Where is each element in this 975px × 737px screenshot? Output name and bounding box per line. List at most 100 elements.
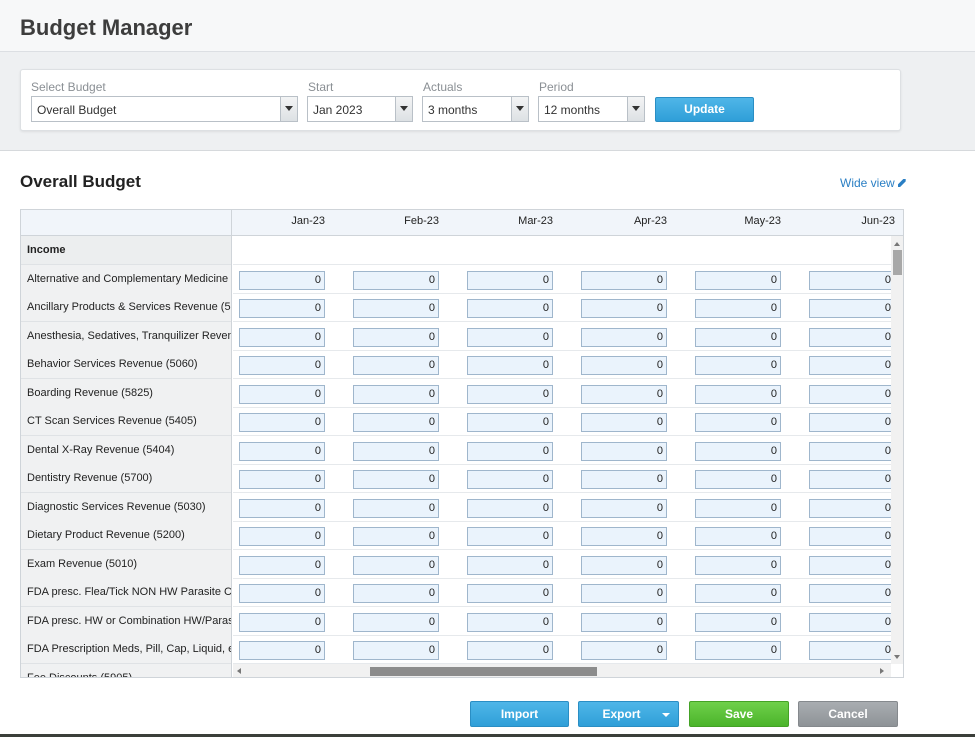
budget-value-input[interactable]: 0 <box>353 385 439 404</box>
budget-value-input[interactable]: 0 <box>467 499 553 518</box>
budget-value-input[interactable]: 0 <box>467 584 553 603</box>
budget-value-input[interactable]: 0 <box>353 442 439 461</box>
budget-value-input[interactable]: 0 <box>467 356 553 375</box>
export-button[interactable]: Export <box>578 701 679 727</box>
budget-value-input[interactable]: 0 <box>467 442 553 461</box>
budget-value-input[interactable]: 0 <box>239 299 325 318</box>
budget-value-input[interactable]: 0 <box>467 641 553 660</box>
chevron-down-icon[interactable] <box>511 97 528 121</box>
actuals-dropdown[interactable]: 3 months <box>422 96 529 122</box>
chevron-down-icon[interactable] <box>395 97 412 121</box>
budget-value-input[interactable]: 0 <box>353 470 439 489</box>
budget-value-input[interactable]: 0 <box>809 527 891 546</box>
horizontal-scroll-thumb[interactable] <box>370 667 597 676</box>
budget-value-input[interactable]: 0 <box>353 328 439 347</box>
vertical-scroll-thumb[interactable] <box>893 250 902 275</box>
budget-value-input[interactable]: 0 <box>353 584 439 603</box>
budget-value-input[interactable]: 0 <box>467 299 553 318</box>
budget-value-input[interactable]: 0 <box>239 527 325 546</box>
budget-value-input[interactable]: 0 <box>467 413 553 432</box>
scroll-left-icon[interactable] <box>237 668 241 674</box>
budget-value-input[interactable]: 0 <box>695 641 781 660</box>
chevron-down-icon[interactable] <box>627 97 644 121</box>
budget-value-input[interactable]: 0 <box>581 584 667 603</box>
budget-value-input[interactable]: 0 <box>467 470 553 489</box>
cancel-button[interactable]: Cancel <box>798 701 898 727</box>
budget-value-input[interactable]: 0 <box>353 299 439 318</box>
budget-value-input[interactable]: 0 <box>695 527 781 546</box>
budget-value-input[interactable]: 0 <box>695 556 781 575</box>
wide-view-link[interactable]: Wide view <box>840 176 906 190</box>
budget-value-input[interactable]: 0 <box>467 527 553 546</box>
budget-value-input[interactable]: 0 <box>695 584 781 603</box>
budget-value-input[interactable]: 0 <box>581 641 667 660</box>
budget-value-input[interactable]: 0 <box>809 641 891 660</box>
budget-value-input[interactable]: 0 <box>353 499 439 518</box>
budget-value-input[interactable]: 0 <box>239 641 325 660</box>
budget-value-input[interactable]: 0 <box>809 299 891 318</box>
start-dropdown[interactable]: Jan 2023 <box>307 96 413 122</box>
budget-value-input[interactable]: 0 <box>809 328 891 347</box>
budget-value-input[interactable]: 0 <box>695 299 781 318</box>
budget-value-input[interactable]: 0 <box>239 499 325 518</box>
scroll-up-icon[interactable] <box>894 242 900 246</box>
budget-value-input[interactable]: 0 <box>353 641 439 660</box>
budget-value-input[interactable]: 0 <box>353 613 439 632</box>
budget-value-input[interactable]: 0 <box>809 556 891 575</box>
budget-value-input[interactable]: 0 <box>809 413 891 432</box>
budget-value-input[interactable]: 0 <box>581 613 667 632</box>
budget-value-input[interactable]: 0 <box>581 413 667 432</box>
scroll-right-icon[interactable] <box>880 668 884 674</box>
budget-value-input[interactable]: 0 <box>353 356 439 375</box>
budget-value-input[interactable]: 0 <box>581 470 667 489</box>
budget-value-input[interactable]: 0 <box>353 413 439 432</box>
period-dropdown[interactable]: 12 months <box>538 96 645 122</box>
budget-value-input[interactable]: 0 <box>581 385 667 404</box>
budget-value-input[interactable]: 0 <box>695 356 781 375</box>
chevron-down-icon[interactable] <box>662 713 670 717</box>
budget-value-input[interactable]: 0 <box>809 470 891 489</box>
budget-value-input[interactable]: 0 <box>467 328 553 347</box>
budget-value-input[interactable]: 0 <box>581 556 667 575</box>
budget-value-input[interactable]: 0 <box>239 385 325 404</box>
budget-value-input[interactable]: 0 <box>809 613 891 632</box>
budget-value-input[interactable]: 0 <box>581 442 667 461</box>
budget-value-input[interactable]: 0 <box>353 556 439 575</box>
budget-value-input[interactable]: 0 <box>581 499 667 518</box>
budget-value-input[interactable]: 0 <box>581 271 667 290</box>
budget-value-input[interactable]: 0 <box>695 328 781 347</box>
import-button[interactable]: Import <box>470 701 569 727</box>
budget-value-input[interactable]: 0 <box>239 470 325 489</box>
chevron-down-icon[interactable] <box>280 97 297 121</box>
budget-value-input[interactable]: 0 <box>239 356 325 375</box>
budget-value-input[interactable]: 0 <box>581 328 667 347</box>
budget-value-input[interactable]: 0 <box>809 356 891 375</box>
budget-value-input[interactable]: 0 <box>809 499 891 518</box>
budget-value-input[interactable]: 0 <box>239 613 325 632</box>
budget-value-input[interactable]: 0 <box>239 556 325 575</box>
budget-value-input[interactable]: 0 <box>695 385 781 404</box>
scroll-down-icon[interactable] <box>894 655 900 659</box>
budget-value-input[interactable]: 0 <box>809 385 891 404</box>
budget-value-input[interactable]: 0 <box>809 442 891 461</box>
budget-value-input[interactable]: 0 <box>239 328 325 347</box>
budget-value-input[interactable]: 0 <box>239 584 325 603</box>
budget-value-input[interactable]: 0 <box>695 271 781 290</box>
budget-value-input[interactable]: 0 <box>695 442 781 461</box>
budget-value-input[interactable]: 0 <box>467 385 553 404</box>
select-budget-dropdown[interactable]: Overall Budget <box>31 96 298 122</box>
budget-value-input[interactable]: 0 <box>695 613 781 632</box>
budget-value-input[interactable]: 0 <box>695 413 781 432</box>
budget-value-input[interactable]: 0 <box>581 527 667 546</box>
budget-value-input[interactable]: 0 <box>809 271 891 290</box>
update-button[interactable]: Update <box>655 97 754 122</box>
budget-value-input[interactable]: 0 <box>239 271 325 290</box>
budget-value-input[interactable]: 0 <box>809 584 891 603</box>
budget-value-input[interactable]: 0 <box>353 527 439 546</box>
horizontal-scrollbar[interactable] <box>233 664 891 677</box>
budget-value-input[interactable]: 0 <box>695 470 781 489</box>
budget-value-input[interactable]: 0 <box>239 413 325 432</box>
budget-value-input[interactable]: 0 <box>353 271 439 290</box>
budget-value-input[interactable]: 0 <box>467 613 553 632</box>
budget-value-input[interactable]: 0 <box>467 271 553 290</box>
